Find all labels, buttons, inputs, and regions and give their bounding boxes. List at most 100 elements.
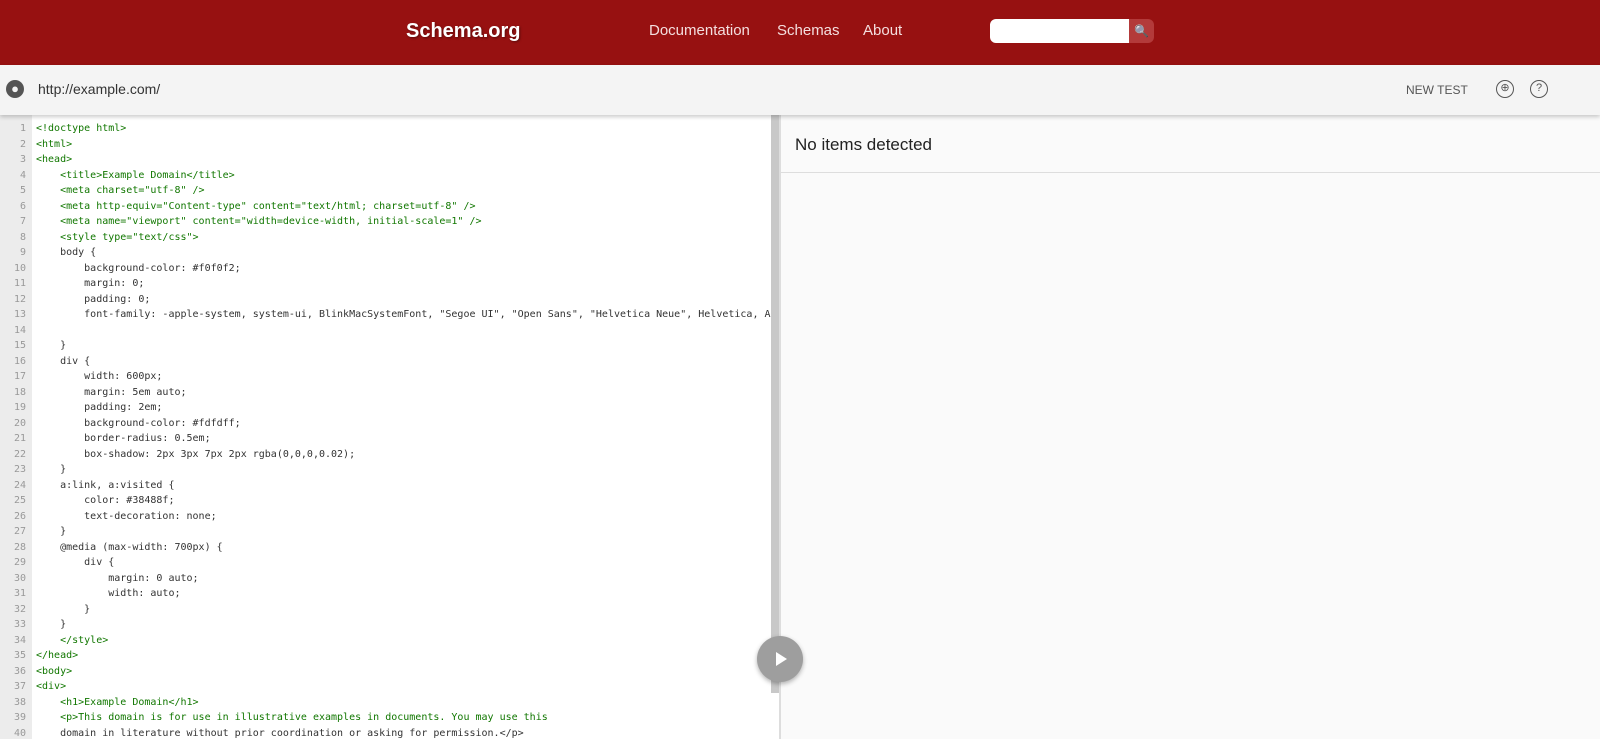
code-line: 40 domain in literature without prior co…	[0, 726, 780, 739]
line-number: 1	[19, 123, 26, 134]
line-number: 15	[13, 340, 26, 351]
code-text: div {	[36, 355, 91, 367]
code-line: 2 <html>	[0, 137, 780, 153]
line-number: 17	[13, 371, 26, 382]
line-number: 35	[13, 650, 26, 661]
editor-scrollbar[interactable]	[771, 115, 779, 693]
code-line: 9 body {	[0, 245, 780, 261]
code-line: 27 }	[0, 524, 780, 540]
code-text: }	[36, 526, 67, 537]
code-text: margin: 0;	[36, 278, 145, 289]
code-text: <!doctype html>	[36, 123, 127, 134]
code-text: body {	[36, 247, 97, 258]
code-line: 32 }	[0, 602, 780, 618]
line-number: 40	[13, 727, 26, 739]
line-number: 8	[19, 231, 26, 243]
line-number: 12	[13, 293, 26, 305]
code-text: <div>	[36, 681, 67, 692]
globe-icon: ●	[6, 80, 24, 98]
code-line: 3 <head>	[0, 152, 780, 168]
nav-schemas[interactable]: Schemas	[777, 22, 840, 39]
line-number: 6	[19, 200, 26, 212]
search-button[interactable]: 🔍	[1129, 19, 1154, 43]
search-input[interactable]	[990, 19, 1130, 43]
url-input[interactable]: http://example.com/	[38, 81, 160, 97]
line-number: 26	[13, 510, 26, 522]
code-line: 35 </head>	[0, 648, 780, 664]
line-number: 4	[19, 169, 26, 181]
code-text: div {	[36, 557, 115, 568]
line-number: 32	[13, 603, 26, 615]
code-text: a:link, a:visited {	[36, 479, 175, 491]
line-number: 30	[13, 572, 26, 584]
code-text: <h1>Example Domain</h1>	[36, 696, 199, 708]
logo[interactable]: Schema.org	[406, 20, 520, 43]
code-line: 31 width: auto;	[0, 586, 780, 602]
code-text: <body>	[36, 665, 73, 677]
line-number: 14	[13, 324, 26, 336]
search-icon: 🔍	[1134, 24, 1149, 38]
code-line: 15 }	[0, 338, 780, 354]
line-number: 34	[13, 634, 26, 646]
code-line: 20 background-color: #fdfdff;	[0, 416, 780, 432]
code-line: 23 }	[0, 462, 780, 478]
line-number: 19	[13, 402, 26, 413]
code-text: margin: 0 auto;	[36, 572, 199, 584]
code-line: 39 <p>This domain is for use in illustra…	[0, 710, 780, 726]
code-line: 16 div {	[0, 354, 780, 370]
line-number: 24	[13, 479, 26, 491]
line-number: 28	[13, 541, 26, 553]
nav-documentation[interactable]: Documentation	[649, 22, 750, 39]
code-line: 6 <meta http-equiv="Content-type" conten…	[0, 199, 780, 215]
run-test-button[interactable]	[757, 636, 803, 682]
code-text: box-shadow: 2px 3px 7px 2px rgba(0,0,0,0…	[36, 448, 356, 460]
code-text: <style type="text/css">	[36, 231, 199, 243]
code-line: 8 <style type="text/css">	[0, 230, 780, 246]
code-line: 30 margin: 0 auto;	[0, 571, 780, 587]
line-number: 31	[13, 588, 26, 599]
line-number: 21	[13, 433, 26, 444]
line-number: 5	[19, 185, 26, 196]
line-number: 20	[13, 417, 26, 429]
code-line: 26 text-decoration: none;	[0, 509, 780, 525]
code-line: 29 div {	[0, 555, 780, 571]
code-line: 22 box-shadow: 2px 3px 7px 2px rgba(0,0,…	[0, 447, 780, 463]
line-number: 18	[13, 386, 26, 398]
code-text: margin: 5em auto;	[36, 386, 187, 398]
line-number: 23	[13, 464, 26, 475]
code-text: padding: 0;	[36, 293, 151, 305]
code-line: 4 <title>Example Domain</title>	[0, 168, 780, 184]
code-text: }	[36, 340, 67, 351]
code-text: width: auto;	[36, 588, 181, 599]
code-text: </style>	[36, 634, 109, 646]
code-line: 18 margin: 5em auto;	[0, 385, 780, 401]
nav-about[interactable]: About	[863, 22, 902, 39]
no-items-message: No items detected	[795, 135, 933, 154]
code-line: 36 <body>	[0, 664, 780, 680]
help-icon[interactable]: ?	[1530, 80, 1548, 98]
code-text: }	[36, 619, 67, 630]
new-test-button[interactable]: NEW TEST	[1406, 83, 1468, 97]
code-text: background-color: #fdfdff;	[36, 417, 241, 429]
divider	[781, 172, 1600, 173]
code-lines: 1 <!doctype html> 2 <html> 3 <head> 4 <title>E…	[0, 121, 780, 739]
code-editor[interactable]: 1 <!doctype html> 2 <html> 3 <head> 4 <title>E…	[0, 115, 780, 739]
code-line: 17 width: 600px;	[0, 369, 780, 385]
results-pane: No items detected	[781, 115, 1600, 739]
code-line: 24 a:link, a:visited {	[0, 478, 780, 494]
code-text: </head>	[36, 650, 79, 661]
line-number: 13	[13, 309, 26, 320]
code-line: 21 border-radius: 0.5em;	[0, 431, 780, 447]
language-globe-icon[interactable]: ⊕	[1496, 80, 1514, 98]
code-text: <meta http-equiv="Content-type" content=…	[36, 200, 476, 212]
code-line: 28 @media (max-width: 700px) {	[0, 540, 780, 556]
line-number: 2	[19, 138, 26, 150]
code-text: domain in literature without prior coord…	[36, 727, 524, 739]
code-text: text-decoration: none;	[36, 510, 217, 522]
line-number: 22	[13, 448, 26, 460]
line-number: 7	[19, 216, 26, 227]
code-line: 37 <div>	[0, 679, 780, 695]
code-text: padding: 2em;	[36, 402, 163, 413]
code-text: <p>This domain is for use in illustrativ…	[36, 712, 548, 723]
line-number: 29	[13, 557, 26, 568]
